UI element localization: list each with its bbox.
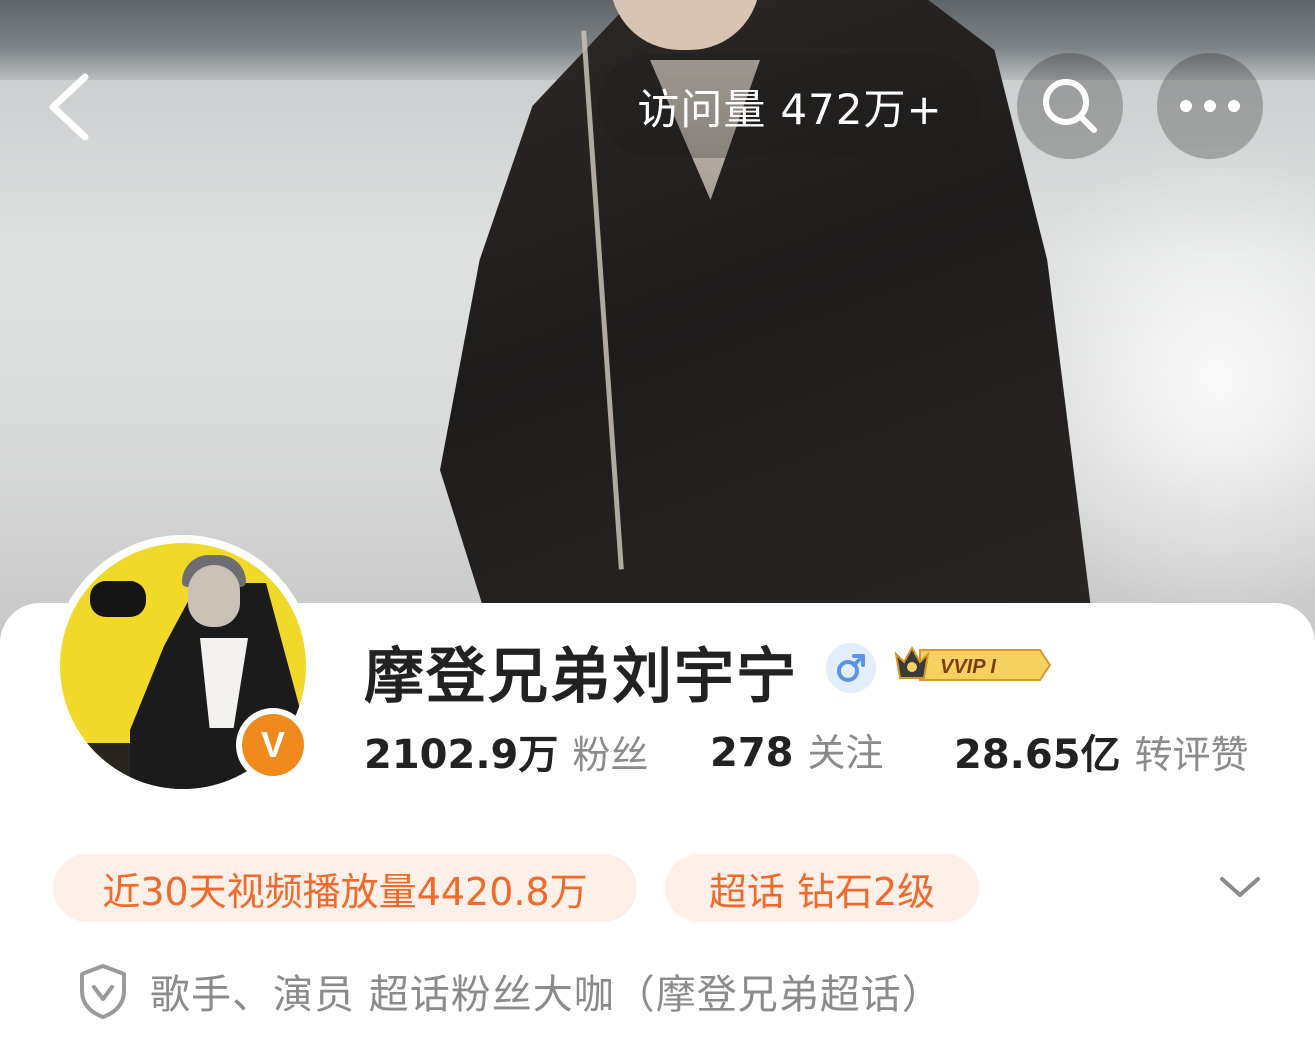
bio-fade-overlay: [995, 960, 1315, 1030]
vip-badge[interactable]: VVIP I: [890, 642, 1054, 688]
chevron-down-icon: [1220, 877, 1260, 897]
following-count: 278: [710, 730, 794, 776]
stat-following[interactable]: 278 关注: [710, 722, 884, 777]
stat-reposts-comments-likes[interactable]: 28.65亿 转评赞: [954, 722, 1249, 780]
avatar-person-head: [188, 565, 240, 627]
back-button[interactable]: [30, 62, 110, 152]
likes-label: 转评赞: [1134, 733, 1249, 777]
likes-count: 28.65亿: [954, 732, 1121, 778]
search-button[interactable]: [1017, 53, 1123, 159]
avatar-hair-dryer: [90, 581, 146, 617]
following-label: 关注: [807, 731, 884, 775]
stat-followers[interactable]: 2102.9万 粉丝: [364, 722, 648, 780]
expand-profile-button[interactable]: [1210, 862, 1270, 912]
video-plays-tag[interactable]: 近30天视频播放量4420.8万: [53, 854, 637, 922]
more-button[interactable]: [1157, 53, 1263, 159]
vip-badge-label: VVIP I: [940, 656, 996, 678]
more-dots-icon: [1180, 100, 1240, 112]
supertopic-level-tag[interactable]: 超话 钻石2级: [665, 854, 979, 922]
followers-count: 2102.9万: [364, 732, 559, 778]
stats-row: 2102.9万 粉丝 278 关注 28.65亿 转评赞: [0, 722, 1315, 782]
shield-check-icon: [80, 964, 126, 1019]
bio-text: 歌手、演员 超话粉丝大咖（摩登兄弟超话）: [150, 972, 943, 1018]
visit-count-pill: 访问量 472万+: [598, 54, 982, 158]
male-icon: [826, 643, 876, 693]
followers-label: 粉丝: [572, 733, 649, 777]
visit-label: 访问量: [637, 84, 767, 134]
search-icon: [1043, 79, 1097, 133]
username: 摩登兄弟刘宇宁: [364, 642, 798, 712]
visit-count: 472万+: [780, 84, 943, 134]
chevron-left-icon: [49, 73, 89, 141]
